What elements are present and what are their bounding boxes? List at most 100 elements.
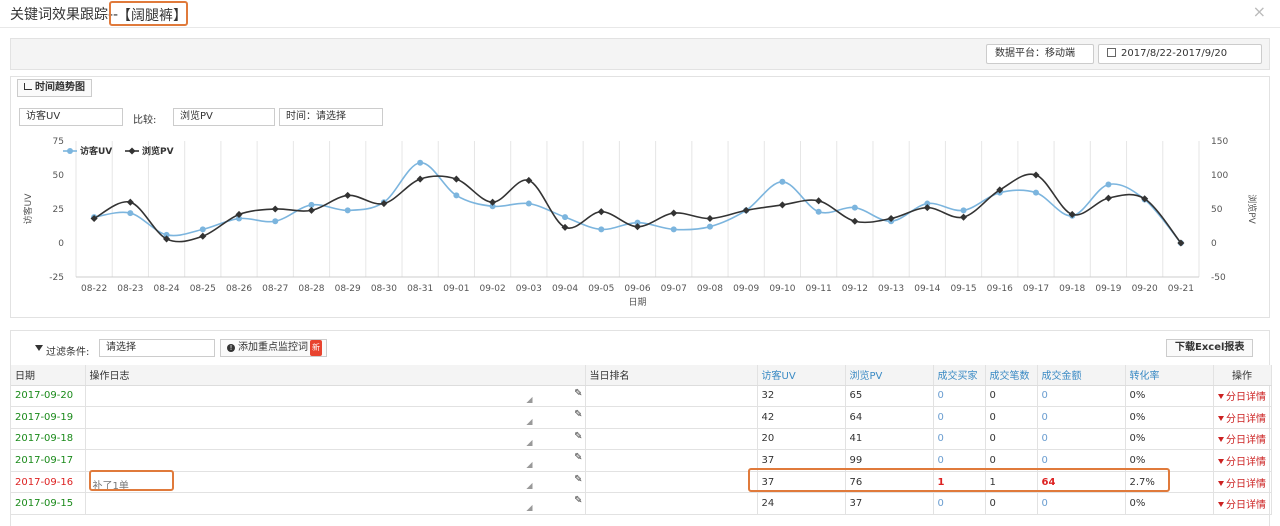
table-row: 2017-09-20 ◢ ✎ 32 65 0 0 0 0% 分日详情 — [11, 385, 1272, 408]
x-tick-label: 09-02 — [480, 284, 506, 294]
column-header-log[interactable]: 操作日志 — [85, 365, 586, 386]
log-textarea[interactable] — [90, 494, 527, 513]
series-point-1 — [960, 207, 967, 214]
resize-handle-icon[interactable]: ◢ — [526, 460, 532, 469]
x-tick-label: 09-01 — [443, 284, 469, 294]
cell-date: 2017-09-19 — [11, 406, 86, 429]
cell-date: 2017-09-18 — [11, 428, 86, 451]
x-tick-label: 08-26 — [226, 284, 252, 294]
resize-handle-icon[interactable]: ◢ — [526, 503, 532, 512]
pencil-icon[interactable]: ✎ — [574, 474, 582, 485]
legend-marker-1 — [67, 148, 73, 154]
column-header-cvr[interactable]: 转化率 — [1125, 365, 1214, 386]
series-point-1 — [272, 218, 279, 225]
cell-log[interactable]: 补了1单 ◢ ✎ — [85, 471, 586, 494]
cell-buyers: 0 — [933, 492, 986, 516]
y-tick-left: 50 — [53, 171, 65, 181]
resize-handle-icon[interactable]: ◢ — [526, 481, 532, 490]
series-point-1 — [779, 178, 786, 185]
series-point-2 — [959, 213, 968, 221]
cell-log[interactable]: ◢ ✎ — [85, 428, 586, 451]
daily-detail-link[interactable]: 分日详情 — [1218, 414, 1266, 425]
daily-detail-link[interactable]: 分日详情 — [1218, 500, 1266, 511]
cell-amount: 0 — [1037, 385, 1126, 408]
cell-rank — [585, 406, 758, 429]
cell-date: 2017-09-20 — [11, 385, 86, 408]
new-badge: 新 — [310, 340, 322, 356]
column-header-date[interactable]: 日期 — [11, 365, 86, 386]
resize-handle-icon[interactable]: ◢ — [526, 417, 532, 426]
y-tick-right: 50 — [1211, 205, 1223, 215]
cell-actions: 分日详情 — [1213, 406, 1272, 429]
x-tick-label: 08-28 — [298, 284, 324, 294]
y-tick-left: 25 — [53, 205, 64, 215]
series-point-1 — [598, 226, 605, 233]
daily-detail-link[interactable]: 分日详情 — [1218, 392, 1266, 403]
series-point-1 — [1032, 189, 1039, 196]
daily-detail-link[interactable]: 分日详情 — [1218, 435, 1266, 446]
cell-buyers: 0 — [933, 428, 986, 451]
cell-log[interactable]: ◢ ✎ — [85, 449, 586, 472]
date-range-text: 2017/8/22-2017/9/20 — [1121, 48, 1228, 59]
tab-time-trend[interactable]: 时间趋势图 — [17, 79, 92, 97]
cell-date: 2017-09-15 — [11, 492, 86, 516]
series-point-1 — [199, 226, 206, 233]
log-textarea[interactable] — [90, 408, 527, 427]
metric-select-primary[interactable]: 访客UV — [19, 108, 123, 126]
cell-orders: 1 — [985, 471, 1038, 494]
x-tick-label: 09-14 — [914, 284, 940, 294]
filter-select[interactable]: 请选择 — [99, 339, 215, 357]
metric-select-compare[interactable]: 浏览PV — [173, 108, 275, 126]
column-header-pv[interactable]: 浏览PV — [845, 365, 934, 386]
close-icon[interactable]: × — [1253, 2, 1266, 21]
keyword-table-panel: 过滤条件: 请选择 ! 添加重点监控词新 下载Excel报表 日期 操作日志 当日排名… — [10, 330, 1272, 526]
x-tick-label: 08-25 — [190, 284, 216, 294]
cell-orders: 0 — [985, 449, 1038, 472]
series-point-1 — [851, 204, 858, 211]
pencil-icon[interactable]: ✎ — [574, 431, 582, 442]
column-header-amount[interactable]: 成交金额 — [1037, 365, 1126, 386]
log-textarea[interactable] — [90, 451, 527, 470]
series-point-1 — [127, 210, 134, 217]
cell-cvr: 0% — [1125, 428, 1214, 451]
table-row: 2017-09-16 补了1单 ◢ ✎ 37 76 1 1 64 2.7% 分日详情 — [11, 471, 1272, 494]
column-header-actions[interactable]: 操作 — [1213, 365, 1272, 386]
pencil-icon[interactable]: ✎ — [574, 495, 582, 506]
add-monitor-keyword-button[interactable]: ! 添加重点监控词新 — [220, 339, 327, 357]
log-textarea[interactable] — [90, 430, 527, 449]
series-point-2 — [416, 175, 424, 183]
info-icon: ! — [227, 344, 235, 352]
column-header-uv[interactable]: 访客UV — [757, 365, 846, 386]
cell-uv: 37 — [757, 449, 846, 472]
platform-bar: 数据平台：移动端 2017/8/22-2017/9/20 — [10, 38, 1270, 70]
log-textarea[interactable] — [90, 387, 527, 406]
time-select[interactable]: 时间：请选择 — [279, 108, 383, 126]
series-point-2 — [815, 197, 823, 205]
y-tick-right: 150 — [1211, 137, 1228, 147]
series-point-1 — [815, 208, 822, 215]
daily-detail-link[interactable]: 分日详情 — [1218, 457, 1266, 468]
daily-detail-link[interactable]: 分日详情 — [1218, 479, 1266, 490]
cell-orders: 0 — [985, 385, 1038, 408]
series-point-2 — [199, 232, 207, 240]
resize-handle-icon[interactable]: ◢ — [526, 438, 532, 447]
x-tick-label: 08-29 — [335, 284, 361, 294]
column-header-rank[interactable]: 当日排名 — [585, 365, 758, 386]
x-tick-label: 09-05 — [588, 284, 614, 294]
dialog-title-bar: 关键词效果跟踪-- 【阔腿裤】 × — [0, 0, 1280, 28]
date-range-picker[interactable]: 2017/8/22-2017/9/20 — [1098, 44, 1262, 64]
column-header-buyers[interactable]: 成交买家 — [933, 365, 986, 386]
resize-handle-icon[interactable]: ◢ — [526, 395, 532, 404]
cell-log[interactable]: ◢ ✎ — [85, 406, 586, 429]
table-row: 2017-09-15 ◢ ✎ 24 37 0 0 0 0% 分日详情 — [11, 492, 1272, 516]
column-header-orders[interactable]: 成交笔数 — [985, 365, 1038, 386]
pencil-icon[interactable]: ✎ — [574, 452, 582, 463]
cell-rank — [585, 471, 758, 494]
platform-select[interactable]: 数据平台：移动端 — [986, 44, 1094, 64]
pencil-icon[interactable]: ✎ — [574, 388, 582, 399]
cell-log[interactable]: ◢ ✎ — [85, 385, 586, 408]
pencil-icon[interactable]: ✎ — [574, 409, 582, 420]
log-textarea[interactable]: 补了1单 — [90, 473, 527, 492]
cell-log[interactable]: ◢ ✎ — [85, 492, 586, 516]
download-excel-button[interactable]: 下载Excel报表 — [1166, 339, 1254, 357]
